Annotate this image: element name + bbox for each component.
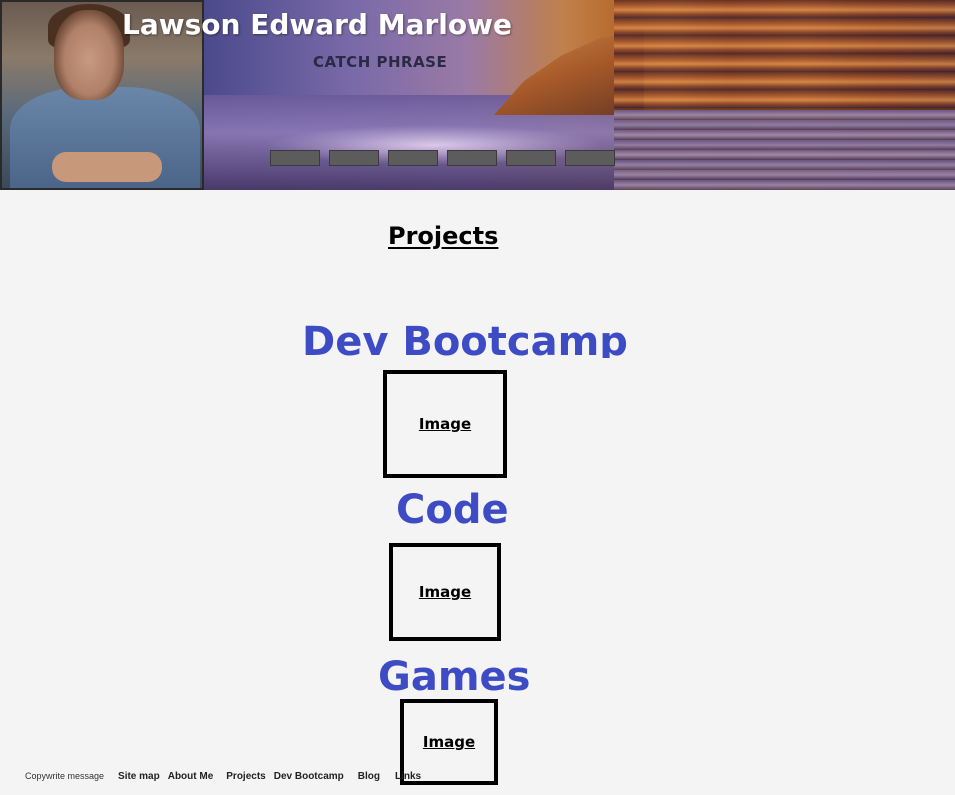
- footer-link-projects[interactable]: Projects: [226, 771, 265, 782]
- footer-link-site-map[interactable]: Site map: [118, 771, 160, 782]
- section-heading-games: Games: [378, 654, 531, 700]
- footer: Copywrite message Site map About Me Proj…: [25, 771, 429, 782]
- header: Lawson Edward Marlowe CATCH PHRASE: [0, 0, 955, 190]
- banner-streak-low: [614, 110, 955, 190]
- image-label: Image: [418, 415, 472, 433]
- footer-link-dev-bootcamp[interactable]: Dev Bootcamp: [274, 771, 344, 782]
- image-placeholder-dev-bootcamp[interactable]: Image: [383, 370, 507, 478]
- nav-button-4[interactable]: [447, 150, 497, 166]
- copyright-text: Copywrite message: [25, 771, 105, 781]
- nav-button-2[interactable]: [329, 150, 379, 166]
- footer-link-blog[interactable]: Blog: [358, 771, 380, 782]
- site-title: Lawson Edward Marlowe: [122, 8, 512, 41]
- footer-link-about-me[interactable]: About Me: [168, 771, 214, 782]
- footer-link-links[interactable]: Links: [395, 771, 421, 782]
- nav-bar: [270, 150, 615, 166]
- image-label: Image: [418, 583, 472, 601]
- nav-button-5[interactable]: [506, 150, 556, 166]
- image-placeholder-code[interactable]: Image: [389, 543, 501, 641]
- catch-phrase: CATCH PHRASE: [313, 53, 448, 71]
- section-heading-dev-bootcamp: Dev Bootcamp: [302, 322, 628, 358]
- page-title: Projects: [388, 222, 499, 250]
- nav-button-1[interactable]: [270, 150, 320, 166]
- nav-button-3[interactable]: [388, 150, 438, 166]
- nav-button-6[interactable]: [565, 150, 615, 166]
- image-label: Image: [422, 733, 476, 751]
- section-heading-code: Code: [396, 487, 509, 533]
